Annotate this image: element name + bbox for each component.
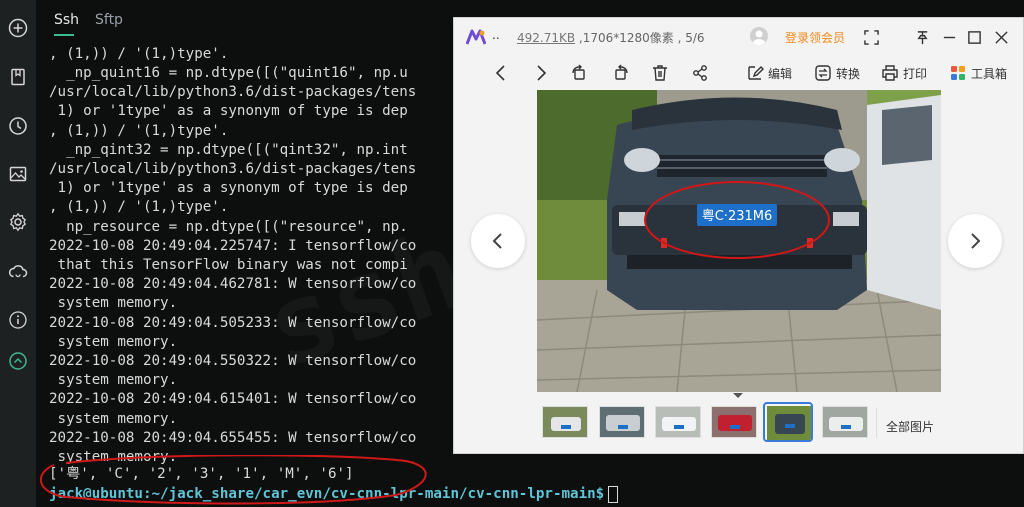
prediction-result-line: ['粤', 'C', '2', '3', '1', 'M', '6'] <box>49 466 354 482</box>
close-icon[interactable] <box>992 28 1010 46</box>
all-pictures-link[interactable]: 全部图片 <box>886 418 934 435</box>
terminal-line: 2022-10-08 20:49:04.655455: W tensorflow… <box>49 430 417 446</box>
previous-image-button[interactable] <box>471 214 525 268</box>
collapse-thumbnails-icon[interactable] <box>731 384 745 398</box>
terminal-line: 1) or '1type' as a synonym of type is de… <box>49 103 408 119</box>
toolbox-grid-icon <box>951 66 965 80</box>
edit-button[interactable]: 编辑 <box>746 63 792 83</box>
info-icon[interactable] <box>7 309 29 331</box>
thumbnail[interactable] <box>711 406 757 438</box>
edit-pencil-icon <box>748 66 764 80</box>
pin-icon[interactable] <box>913 28 931 46</box>
delete-trash-icon[interactable] <box>651 63 669 83</box>
tab-sftp[interactable]: Sftp <box>95 12 123 28</box>
edit-label: 编辑 <box>768 66 793 81</box>
terminal-line: 2022-10-08 20:49:04.225747: I tensorflow… <box>49 238 417 254</box>
terminal-line: _np_quint16 = np.dtype([("quint16", np.u <box>49 65 408 81</box>
terminal-line: , (1,)) / '(1,)type'. <box>49 123 229 139</box>
thumbnail-selected[interactable] <box>763 402 813 442</box>
terminal-line: that this TensorFlow binary was not comp… <box>49 257 408 273</box>
viewer-toolbar: 编辑 转换 打印 工具箱 <box>454 56 1023 90</box>
file-size[interactable]: 492.71KB <box>517 31 575 45</box>
collapse-up-icon[interactable] <box>7 350 29 372</box>
rotate-left-icon[interactable] <box>570 63 588 83</box>
active-tab-indicator <box>54 34 74 36</box>
next-image-button[interactable] <box>948 214 1002 268</box>
toolbox-label: 工具箱 <box>971 66 1008 81</box>
prompt-user: jack@ubuntu <box>49 486 143 502</box>
terminal-line: /usr/local/lib/python3.6/dist-packages/t… <box>49 84 417 100</box>
viewer-title: .. <box>492 28 500 42</box>
terminal-line: 2022-10-08 20:49:04.550322: W tensorflow… <box>49 353 417 369</box>
terminal-line: , (1,)) / '(1,)type'. <box>49 46 229 62</box>
terminal-line: /usr/local/lib/python3.6/dist-packages/t… <box>49 161 417 177</box>
left-sidebar <box>0 0 36 507</box>
image-dimensions-index: ,1706*1280像素 , 5/6 <box>575 31 705 45</box>
prompt-path: :~/jack_share/car_evn/cv-cnn-lpr-main/cv… <box>142 486 605 502</box>
image-info: 492.71KB ,1706*1280像素 , 5/6 <box>517 29 705 46</box>
thumbnail[interactable] <box>822 406 868 438</box>
chevron-left-icon <box>492 233 502 249</box>
terminal-line: 1) or '1type' as a synonym of type is de… <box>49 180 408 196</box>
add-circle-icon[interactable] <box>7 17 29 39</box>
print-button[interactable]: 打印 <box>881 63 927 83</box>
login-member-link[interactable]: 登录领会员 <box>785 29 845 46</box>
share-icon[interactable] <box>691 63 709 83</box>
cloud-sync-icon[interactable] <box>7 260 29 282</box>
convert-button[interactable]: 转换 <box>814 63 860 83</box>
avatar[interactable] <box>750 27 768 45</box>
terminal-line: system memory. <box>49 295 178 311</box>
history-clock-icon[interactable] <box>7 115 29 137</box>
minimize-icon[interactable] <box>940 28 958 46</box>
thumbnail-strip: 全部图片 <box>454 396 1023 453</box>
settings-gear-icon[interactable] <box>7 211 29 233</box>
terminal-line: _np_qint32 = np.dtype([("qint32", np.int <box>49 142 408 158</box>
image-icon[interactable] <box>7 163 29 185</box>
terminal-line: system memory. <box>49 411 178 427</box>
toolbox-button[interactable]: 工具箱 <box>949 63 1007 83</box>
session-tabs: Ssh Sftp <box>36 0 453 40</box>
convert-icon <box>815 65 831 81</box>
fullscreen-icon[interactable] <box>862 28 880 46</box>
thumbnail[interactable] <box>655 406 701 438</box>
convert-label: 转换 <box>836 66 861 81</box>
license-plate-text: 粤C·231M6 <box>702 208 773 224</box>
terminal-line: 2022-10-08 20:49:04.505233: W tensorflow… <box>49 315 417 331</box>
terminal-line: 2022-10-08 20:49:04.462781: W tensorflow… <box>49 276 417 292</box>
thumbnail-divider <box>876 408 877 438</box>
main-car-photo[interactable]: 粤C·231M6 <box>537 90 941 392</box>
print-label: 打印 <box>903 66 928 81</box>
previous-arrow-icon[interactable] <box>492 63 510 83</box>
shell-prompt-line[interactable]: jack@ubuntu:~/jack_share/car_evn/cv-cnn-… <box>49 485 619 504</box>
bookmark-icon[interactable] <box>7 66 29 88</box>
viewer-titlebar: .. 492.71KB ,1706*1280像素 , 5/6 登录领会员 <box>454 18 1023 56</box>
terminal-line: np_resource = np.dtype([("resource", np. <box>49 219 408 235</box>
next-arrow-icon[interactable] <box>532 63 550 83</box>
terminal-line: system memory. <box>49 334 178 350</box>
thumbnail[interactable] <box>599 406 645 438</box>
viewer-logo-icon <box>465 29 487 45</box>
rotate-right-icon[interactable] <box>612 63 630 83</box>
printer-icon <box>882 65 898 81</box>
tab-ssh[interactable]: Ssh <box>54 12 79 28</box>
maximize-icon[interactable] <box>965 28 983 46</box>
terminal-line: , (1,)) / '(1,)type'. <box>49 199 229 215</box>
terminal-line: 2022-10-08 20:49:04.615401: W tensorflow… <box>49 391 417 407</box>
terminal-cursor <box>608 485 619 503</box>
image-viewer-window: .. 492.71KB ,1706*1280像素 , 5/6 登录领会员 编辑 … <box>453 17 1024 454</box>
terminal-line: system memory. <box>49 372 178 388</box>
thumbnail[interactable] <box>542 406 588 438</box>
chevron-right-icon <box>971 233 981 249</box>
